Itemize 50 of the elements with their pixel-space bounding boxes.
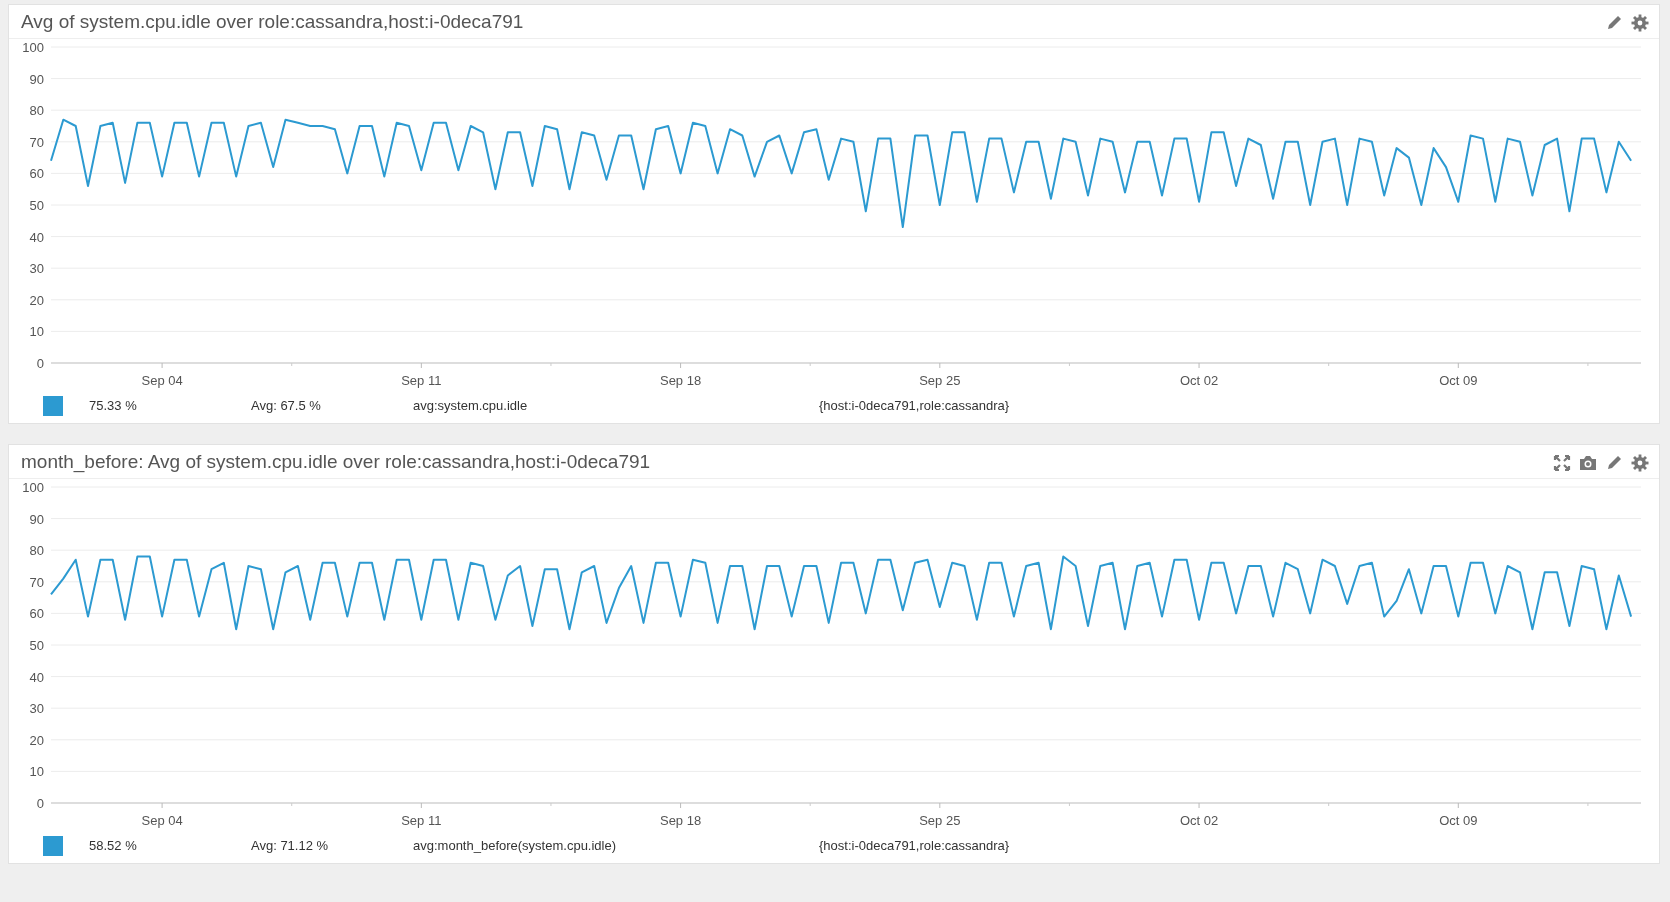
axis-label: 40 bbox=[29, 669, 44, 685]
axis-label: 40 bbox=[29, 229, 44, 245]
camera-icon[interactable] bbox=[1579, 453, 1597, 472]
axis-label: Oct 09 bbox=[1439, 813, 1478, 828]
panel-title: month_before: Avg of system.cpu.idle over role:cassandra,host:i-0deca791 bbox=[21, 450, 651, 475]
axis-label: 70 bbox=[29, 134, 44, 150]
axis-label: 100 bbox=[22, 480, 44, 495]
axis-label: Sep 04 bbox=[141, 813, 183, 828]
axis-label: 80 bbox=[29, 543, 44, 559]
axis-label: Sep 18 bbox=[660, 813, 702, 828]
axis-label: Oct 02 bbox=[1179, 373, 1219, 388]
axis-label: 10 bbox=[29, 324, 44, 340]
legend-value: 58.52 % bbox=[89, 837, 138, 856]
axis-label: Sep 18 bbox=[660, 373, 702, 388]
axis-label: 20 bbox=[29, 292, 44, 308]
axis-label: Oct 02 bbox=[1179, 813, 1219, 828]
axis-label: 60 bbox=[29, 606, 44, 622]
axis-label: Sep 25 bbox=[919, 813, 961, 828]
legend-value: 75.33 % bbox=[89, 397, 138, 416]
settings-icon[interactable] bbox=[1631, 453, 1649, 472]
legend-query: avg:month_before(system.cpu.idle) bbox=[413, 837, 618, 856]
axis-label: Sep 04 bbox=[141, 373, 183, 388]
legend-query: avg:system.cpu.idle bbox=[413, 397, 529, 416]
axis-label: 80 bbox=[29, 103, 44, 119]
axis-label: 10 bbox=[29, 764, 44, 780]
legend-average: Avg: 71.12 % bbox=[251, 837, 330, 856]
pencil-icon[interactable] bbox=[1605, 453, 1623, 472]
legend-tags: {host:i-0deca791,role:cassandra} bbox=[819, 836, 1010, 856]
legend-average: Avg: 67.5 % bbox=[251, 397, 322, 416]
axis-label: 90 bbox=[29, 71, 44, 87]
axis-label: 60 bbox=[29, 166, 44, 182]
axis-label: Sep 11 bbox=[401, 813, 442, 828]
axis-label: 100 bbox=[22, 40, 44, 55]
axis-label: 30 bbox=[29, 261, 44, 277]
axis-label: 0 bbox=[36, 796, 44, 811]
axis-label: 90 bbox=[29, 511, 44, 527]
pencil-icon[interactable] bbox=[1605, 13, 1623, 32]
panel-title: Avg of system.cpu.idle over role:cassandra,host:i-0deca791 bbox=[21, 10, 524, 35]
axis-label: 30 bbox=[29, 701, 44, 717]
axis-label: 20 bbox=[29, 732, 44, 748]
axis-label: Oct 09 bbox=[1439, 373, 1478, 388]
axis-label: 50 bbox=[29, 638, 44, 653]
axis-label: Sep 25 bbox=[919, 373, 961, 388]
axis-label: Sep 11 bbox=[401, 373, 442, 388]
axis-label: 70 bbox=[29, 574, 44, 590]
legend-tags: {host:i-0deca791,role:cassandra} bbox=[819, 396, 1010, 416]
settings-icon[interactable] bbox=[1631, 13, 1649, 32]
axis-label: 0 bbox=[36, 356, 44, 371]
axis-label: 50 bbox=[29, 198, 44, 213]
expand-icon[interactable] bbox=[1553, 453, 1571, 472]
